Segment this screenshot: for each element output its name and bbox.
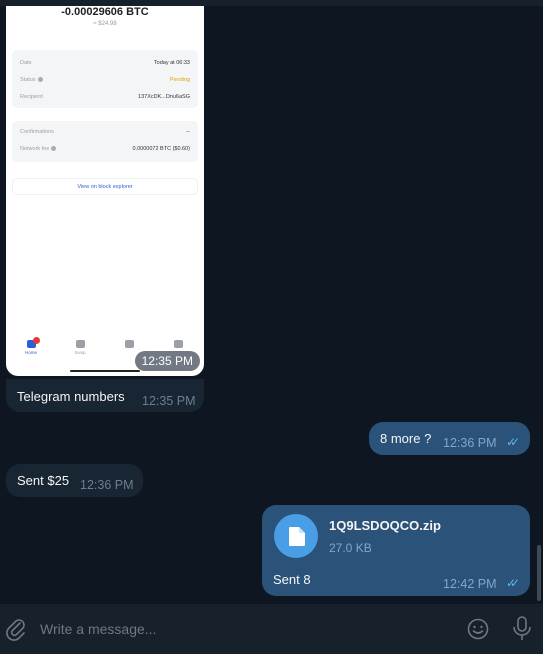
scrollbar-thumb[interactable] xyxy=(537,545,541,601)
photo-usd: ≈ $24.98 xyxy=(93,21,117,27)
read-checks-icon: ✓✓ xyxy=(506,435,520,449)
settings-icon xyxy=(173,340,183,348)
detail-row: Date Today at 06:33 xyxy=(20,60,190,66)
message-input[interactable] xyxy=(40,618,440,640)
detail-row: Network fee 0.0000072 BTC ($0.60) xyxy=(20,146,190,152)
nav-home: Home xyxy=(16,337,46,355)
message-text: 8 more ? xyxy=(380,431,432,446)
network-card: Confirmations -- Network fee 0.0000072 B… xyxy=(12,121,198,162)
message-time: 12:35 PM xyxy=(142,394,196,408)
home-indicator xyxy=(70,370,140,372)
detail-row: Status Pending xyxy=(20,77,190,83)
explorer-card: View on block explorer xyxy=(12,178,198,195)
file-size: 27.0 KB xyxy=(329,541,372,555)
nav-profile xyxy=(114,340,144,350)
file-message[interactable]: 1Q9LSDOQCO.zip 27.0 KB Sent 8 12:42 PM ✓… xyxy=(262,505,530,596)
emoji-icon[interactable] xyxy=(467,618,489,640)
microphone-icon[interactable] xyxy=(512,616,532,642)
message-time: 12:42 PM xyxy=(443,577,497,591)
info-icon xyxy=(37,77,43,83)
file-icon[interactable] xyxy=(274,514,318,558)
message-time: 12:36 PM xyxy=(443,436,497,450)
photo-amount: -0.00029606 BTC xyxy=(61,6,149,18)
nav-swap: Swap xyxy=(65,340,95,355)
photo-timestamp: 12:35 PM xyxy=(134,351,200,371)
swap-icon xyxy=(75,340,85,348)
profile-icon xyxy=(124,340,134,348)
message-time: 12:36 PM xyxy=(80,478,134,492)
detail-row: Confirmations -- xyxy=(20,129,190,135)
incoming-message[interactable]: Telegram numbers 12:35 PM xyxy=(6,379,204,412)
read-checks-icon: ✓✓ xyxy=(506,576,520,590)
details-card: Date Today at 06:33 Status Pending Recip… xyxy=(12,50,198,108)
incoming-message[interactable]: Sent $25 12:36 PM xyxy=(6,464,143,497)
nav-settings xyxy=(163,340,193,350)
message-text: Telegram numbers xyxy=(17,389,125,404)
outgoing-message[interactable]: 8 more ? 12:36 PM ✓✓ xyxy=(369,422,530,455)
info-icon xyxy=(51,146,57,152)
file-caption: Sent 8 xyxy=(273,572,311,587)
paperclip-icon[interactable] xyxy=(6,617,26,641)
wallet-screenshot: -0.00029606 BTC ≈ $24.98 Date Today at 0… xyxy=(6,6,204,376)
photo-message[interactable]: -0.00029606 BTC ≈ $24.98 Date Today at 0… xyxy=(6,6,204,376)
message-text: Sent $25 xyxy=(17,473,70,488)
explorer-link: View on block explorer xyxy=(77,184,133,190)
detail-row: Recipient 137XcDK...Dnu6aSG xyxy=(20,94,190,100)
message-composer xyxy=(0,604,543,654)
notification-badge xyxy=(33,337,40,344)
file-name[interactable]: 1Q9LSDOQCO.zip xyxy=(329,518,441,533)
